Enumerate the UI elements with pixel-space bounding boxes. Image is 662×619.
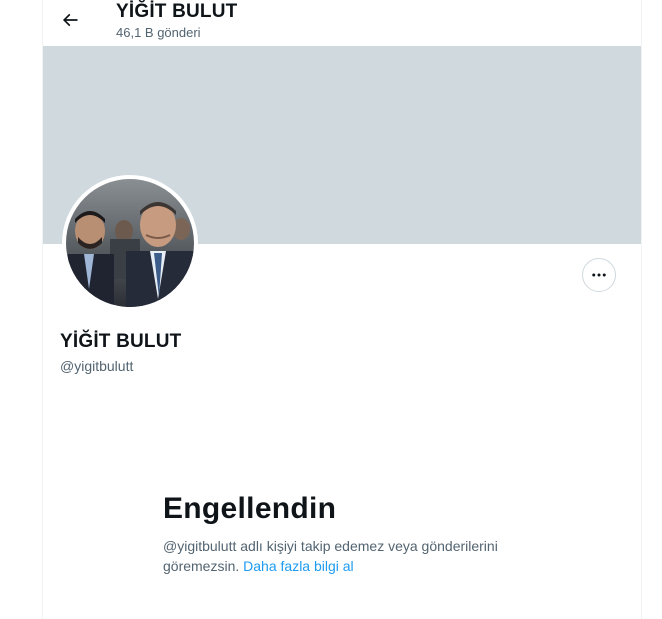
profile-column: YİĞİT BULUT 46,1 B gönderi YİĞİT BULUT @… [42,0,642,619]
post-count: 46,1 B gönderi [116,25,201,40]
blocked-message-container: @yigitbulutt adlı kişiyi takip edemez ve… [163,536,503,576]
profile-handle: @yigitbulutt [60,358,134,374]
learn-more-link[interactable]: Daha fazla bilgi al [243,558,354,574]
blocked-title: Engellendin [163,492,337,525]
page: YİĞİT BULUT 46,1 B gönderi YİĞİT BULUT @… [0,0,662,619]
more-horizontal-icon [592,273,606,277]
header-title: YİĞİT BULUT [116,1,238,22]
avatar-photo [66,179,194,307]
arrow-left-icon [62,13,78,27]
top-bar: YİĞİT BULUT 46,1 B gönderi [43,0,641,46]
profile-name: YİĞİT BULUT [60,331,182,352]
avatar[interactable] [62,175,198,311]
back-button[interactable] [55,5,85,35]
more-options-button[interactable] [582,258,616,292]
